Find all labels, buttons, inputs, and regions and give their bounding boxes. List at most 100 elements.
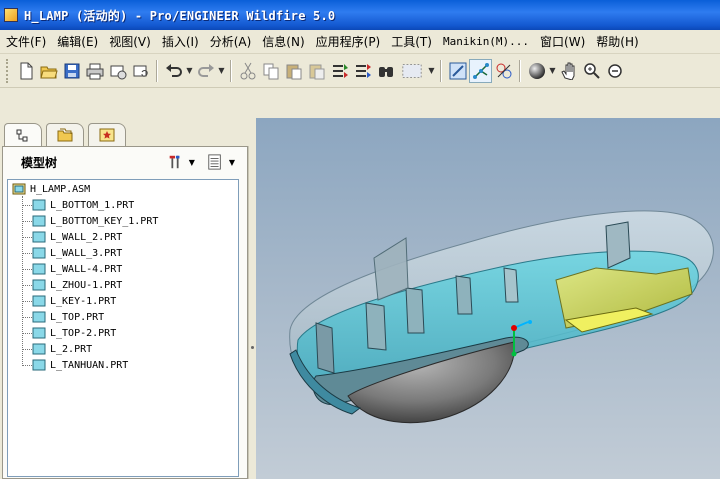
toolbar-separator: [440, 59, 442, 82]
menu-bar: 文件(F) 编辑(E) 视图(V) 插入(I) 分析(A) 信息(N) 应用程序(P) 工具(…: [0, 30, 720, 54]
select-box-icon[interactable]: [397, 59, 427, 83]
tree-connector: [22, 317, 32, 318]
save-icon[interactable]: [60, 59, 83, 83]
select-box-dropdown[interactable]: ▼: [427, 59, 436, 83]
model-tree-panel: 模型树 ▼ ▼ H_LAMP.ASM L_BOTTOM_1.PRT L_BOTTO…: [2, 146, 248, 479]
part-icon: [32, 199, 46, 211]
menu-info[interactable]: 信息(N): [259, 33, 312, 50]
show-dropdown[interactable]: ▼: [229, 158, 235, 167]
tree-item-part[interactable]: L_WALL-4.PRT: [32, 261, 122, 277]
tree-root[interactable]: H_LAMP.ASM: [12, 181, 90, 197]
settings-tools-icon[interactable]: [165, 152, 185, 172]
menu-analysis[interactable]: 分析(A): [207, 33, 260, 50]
tree-item-label: L_BOTTOM_KEY_1.PRT: [50, 215, 159, 227]
navigator-tabs: [0, 118, 256, 147]
redo-dropdown[interactable]: ▼: [217, 59, 226, 83]
spin-center-icon[interactable]: [469, 58, 492, 83]
favorites-icon: [99, 128, 115, 142]
menu-view[interactable]: 视图(V): [106, 33, 159, 50]
undo-dropdown[interactable]: ▼: [185, 59, 194, 83]
menu-edit[interactable]: 编辑(E): [54, 33, 106, 50]
menu-applications[interactable]: 应用程序(P): [313, 33, 389, 50]
toolbar-grip[interactable]: [6, 58, 10, 83]
part-icon: [32, 215, 46, 227]
part-icon: [32, 247, 46, 259]
shading-dropdown[interactable]: ▼: [548, 59, 557, 83]
menu-insert[interactable]: 插入(I): [159, 33, 207, 50]
menu-window[interactable]: 窗口(W): [537, 33, 593, 50]
tree-item-part[interactable]: L_WALL_3.PRT: [32, 245, 122, 261]
zoom-in-icon[interactable]: [580, 59, 603, 83]
part-icon: [32, 263, 46, 275]
regenerate-icon[interactable]: [328, 59, 351, 83]
view-datums-icon[interactable]: [446, 59, 469, 83]
tree-item-part[interactable]: L_TANHUAN.PRT: [32, 357, 128, 373]
navigator-panel: 模型树 ▼ ▼ H_LAMP.ASM L_BOTTOM_1.PRT L_BOTTO…: [0, 118, 256, 479]
part-icon: [32, 343, 46, 355]
pan-hand-icon[interactable]: [557, 59, 580, 83]
send-email-icon[interactable]: [106, 59, 129, 83]
secondary-toolbar-area: [0, 88, 720, 118]
settings-dropdown[interactable]: ▼: [189, 158, 195, 167]
tree-item-part[interactable]: L_BOTTOM_KEY_1.PRT: [32, 213, 158, 229]
lamp-assembly-model[interactable]: [256, 118, 720, 479]
undo-icon[interactable]: [162, 59, 185, 83]
regeneration-manager-icon[interactable]: [351, 59, 374, 83]
tree-connector: [22, 205, 32, 206]
tree-connector: [22, 285, 32, 286]
part-icon: [32, 311, 46, 323]
app-icon: [4, 8, 18, 22]
email-attachment-icon[interactable]: [129, 59, 152, 83]
tree-connector: [22, 237, 32, 238]
show-list-icon[interactable]: [205, 152, 225, 172]
shading-sphere-icon[interactable]: [525, 59, 548, 83]
paste-icon[interactable]: [282, 59, 305, 83]
tree-connector: [22, 269, 32, 270]
title-bar: H_LAMP (活动的) - Pro/ENGINEER Wildfire 5.0: [0, 0, 720, 30]
folder-browser-icon: [57, 128, 73, 142]
model-tree-tab[interactable]: [4, 123, 42, 147]
panel-splitter[interactable]: [248, 146, 256, 479]
graphics-window[interactable]: [256, 118, 720, 479]
tree-item-part[interactable]: L_TOP-2.PRT: [32, 325, 116, 341]
part-icon: [32, 295, 46, 307]
tree-item-part[interactable]: L_ZHOU-1.PRT: [32, 277, 122, 293]
splitter-handle[interactable]: [251, 346, 254, 349]
redo-icon[interactable]: [194, 59, 217, 83]
tree-item-label: L_TOP.PRT: [50, 311, 105, 323]
open-folder-icon[interactable]: [37, 59, 60, 83]
window-title: H_LAMP (活动的) - Pro/ENGINEER Wildfire 5.0: [24, 8, 336, 23]
tree-connector: [22, 333, 32, 334]
zoom-out-icon[interactable]: [603, 59, 626, 83]
tree-item-label: L_ZHOU-1.PRT: [50, 279, 123, 291]
menu-file[interactable]: 文件(F): [3, 33, 54, 50]
tree-item-part[interactable]: L_TOP.PRT: [32, 309, 104, 325]
tree-connector: [22, 365, 32, 366]
tree-item-label: L_WALL-4.PRT: [50, 263, 123, 275]
tree-root-label: H_LAMP.ASM: [30, 183, 91, 195]
tree-item-part[interactable]: L_WALL_2.PRT: [32, 229, 122, 245]
toolbar-separator: [156, 59, 158, 82]
tree-item-part[interactable]: L_KEY-1.PRT: [32, 293, 116, 309]
toolbar-separator: [230, 59, 232, 82]
cut-icon[interactable]: [236, 59, 259, 83]
new-file-icon[interactable]: [14, 59, 37, 83]
tree-item-label: L_TANHUAN.PRT: [50, 359, 129, 371]
menu-help[interactable]: 帮助(H): [593, 33, 646, 50]
tree-item-part[interactable]: L_BOTTOM_1.PRT: [32, 197, 134, 213]
menu-manikin[interactable]: Manikin(M)...: [440, 35, 537, 48]
model-tree-icon: [16, 129, 28, 141]
tree-item-label: L_2.PRT: [50, 343, 93, 355]
menu-tools[interactable]: 工具(T): [388, 33, 440, 50]
assembly-icon: [12, 183, 26, 195]
folder-browser-tab[interactable]: [46, 123, 84, 146]
favorites-tab[interactable]: [88, 123, 126, 146]
part-icon: [32, 359, 46, 371]
tree-connector: [22, 221, 32, 222]
find-icon[interactable]: [374, 59, 397, 83]
paste-special-icon[interactable]: [305, 59, 328, 83]
print-icon[interactable]: [83, 59, 106, 83]
tree-item-part[interactable]: L_2.PRT: [32, 341, 92, 357]
view-manager-icon[interactable]: [492, 59, 515, 83]
copy-icon[interactable]: [259, 59, 282, 83]
